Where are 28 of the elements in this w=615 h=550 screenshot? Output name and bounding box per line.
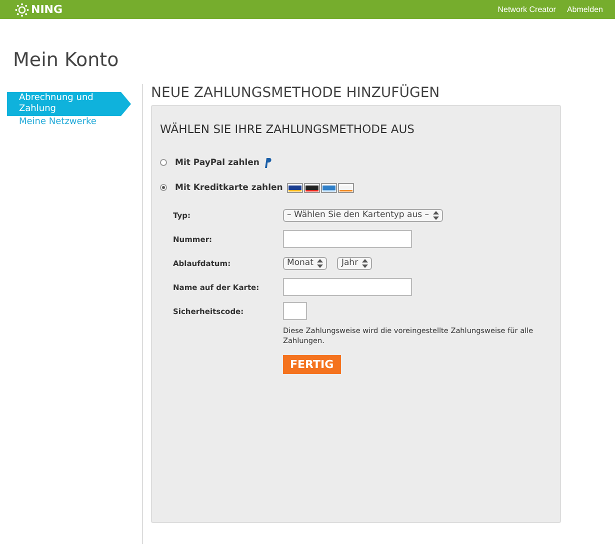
- sidebar-item[interactable]: Abrechnung und Zahlung: [7, 92, 131, 116]
- dropdown[interactable]: – Wählen Sie den Kartentyp aus –: [283, 208, 444, 222]
- credit-card-icon: [338, 182, 354, 192]
- radio-button[interactable]: [160, 184, 167, 191]
- panel-heading: WÄHLEN SIE IHRE ZAHLUNGSMETHODE AUS: [160, 122, 416, 136]
- input-field[interactable]: [283, 230, 412, 248]
- sidebar-item[interactable]: Meine Netzwerke: [0, 116, 125, 129]
- input-field[interactable]: [283, 278, 412, 296]
- radio-button[interactable]: [160, 159, 167, 166]
- credit-card-icon: [304, 182, 320, 192]
- method-label: Mit PayPal zahlen: [175, 158, 260, 168]
- submit-button[interactable]: FERTIG: [283, 355, 341, 374]
- top-link[interactable]: Abmelden: [566, 5, 603, 14]
- credit-card-icon: [320, 182, 337, 192]
- page-title: Mein Konto: [13, 48, 120, 72]
- dropdown[interactable]: Monat: [283, 256, 328, 270]
- credit-card-icon: [286, 182, 303, 192]
- paypal-p-icon: [264, 158, 272, 168]
- sun-logo-icon: [15, 2, 29, 16]
- dropdown[interactable]: Jahr: [337, 256, 372, 270]
- method-label: Mit Kreditkarte zahlen: [175, 182, 283, 192]
- input-field[interactable]: [283, 302, 307, 320]
- section-heading: NEUE ZAHLUNGSMETHODE HINZUFÜGEN: [151, 84, 441, 102]
- up-down-arrows-icon: [433, 210, 440, 220]
- top-link[interactable]: Network Creator: [498, 5, 556, 14]
- logo-text: NING: [31, 3, 63, 16]
- up-down-arrows-icon: [362, 258, 368, 268]
- up-down-arrows-icon: [317, 258, 324, 268]
